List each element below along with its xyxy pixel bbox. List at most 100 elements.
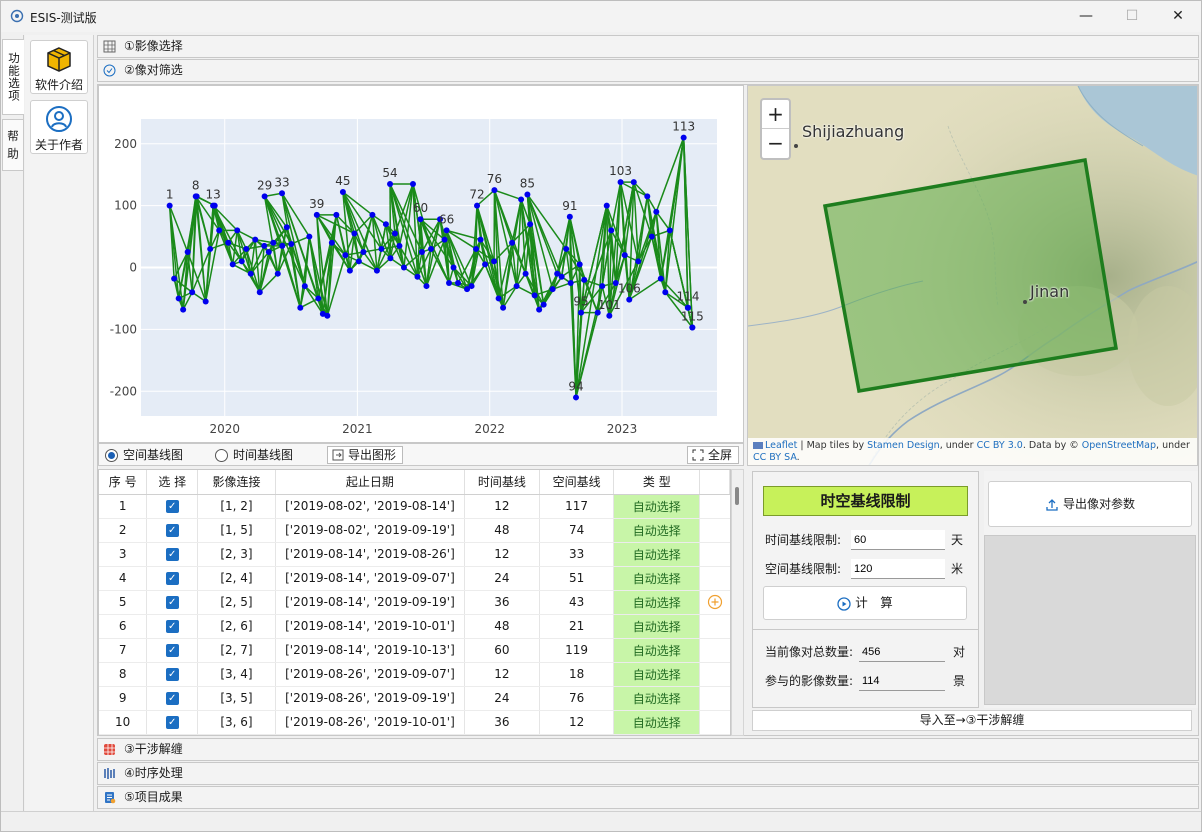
row-checkbox[interactable]: ✓: [165, 692, 179, 705]
acquisition-node: [313, 211, 320, 218]
cell-spacer: [699, 566, 730, 591]
acquisition-node: [689, 324, 696, 331]
table-row[interactable]: 2 ✓ [1, 5] ['2019-08-02', '2019-09-19'] 48 74…: [99, 518, 730, 543]
table-row[interactable]: 10 ✓ [3, 6] ['2019-08-26', '2019-10-01'] 36 1…: [99, 710, 730, 735]
cc-link[interactable]: CC BY 3.0: [977, 440, 1023, 451]
row-checkbox[interactable]: ✓: [165, 572, 179, 585]
acquisition-node: [666, 227, 673, 234]
tool-panel: 软件介绍 关于作者: [25, 35, 94, 811]
space-limit-label: 空间基线限制:: [765, 562, 842, 576]
section-label: ③干涉解缠: [124, 742, 183, 756]
table-row[interactable]: 5 ✓ [2, 5] ['2019-08-14', '2019-09-19'] 36 43…: [99, 590, 730, 615]
column-header[interactable]: 时间基线: [464, 470, 540, 495]
table-row[interactable]: 6 ✓ [2, 6] ['2019-08-14', '2019-10-01'] 48 21…: [99, 614, 730, 639]
column-header[interactable]: 起止日期: [275, 470, 466, 495]
fullscreen-label: 全屏: [708, 448, 733, 462]
acquisition-node: [603, 202, 610, 209]
radio-temporal-baseline[interactable]: 时间基线图: [215, 448, 293, 463]
column-header[interactable]: 序 号: [99, 470, 148, 495]
scrollbar-thumb[interactable]: [735, 487, 739, 505]
cell-select: ✓: [146, 494, 199, 519]
zoom-in-button[interactable]: +: [762, 100, 789, 129]
node-label: 76: [487, 172, 502, 186]
row-checkbox[interactable]: ✓: [165, 596, 179, 609]
table-row[interactable]: 1 ✓ [1, 2] ['2019-08-02', '2019-08-14'] 12 11…: [99, 494, 730, 519]
table-row[interactable]: 9 ✓ [3, 5] ['2019-08-26', '2019-09-19'] 24 76…: [99, 686, 730, 711]
row-checkbox[interactable]: ✓: [165, 668, 179, 681]
section-image-select[interactable]: ①影像选择: [97, 35, 1199, 58]
maximize-button[interactable]: ☐: [1109, 1, 1155, 32]
cell-s: 21: [539, 614, 615, 639]
check-circle-icon: [103, 64, 116, 77]
table-scrollbar[interactable]: [731, 469, 744, 736]
section-results[interactable]: ⑤项目成果: [97, 786, 1199, 809]
space-limit-input[interactable]: [851, 559, 945, 579]
export-params-button[interactable]: 导出像对参数: [988, 481, 1192, 527]
acquisition-node: [391, 230, 398, 237]
column-header[interactable]: 影像连接: [197, 470, 276, 495]
zoom-out-button[interactable]: −: [762, 129, 789, 158]
acquisition-node: [446, 279, 453, 286]
calculate-button[interactable]: 计 算: [763, 586, 967, 620]
acquisition-node: [450, 264, 457, 271]
export-params-label: 导出像对参数: [1062, 497, 1135, 511]
radio-spatial-baseline[interactable]: 空间基线图: [105, 448, 183, 463]
acquisition-node: [283, 224, 290, 231]
cell-t: 12: [464, 662, 540, 687]
import-to-unwrap-button[interactable]: 导入至→③干涉解缠: [752, 710, 1192, 731]
play-circle-icon: [837, 596, 851, 611]
osm-link[interactable]: OpenStreetMap: [1082, 440, 1156, 451]
pair-edge: [475, 205, 478, 249]
cell-spacer: [699, 686, 730, 711]
close-button[interactable]: ✕: [1155, 1, 1201, 32]
table-row[interactable]: 4 ✓ [2, 4] ['2019-08-14', '2019-09-07'] 24 51…: [99, 566, 730, 591]
ccsa-link[interactable]: CC BY SA: [753, 452, 797, 463]
section-pair-filter[interactable]: ②像对筛选: [97, 59, 1199, 82]
tab-functions[interactable]: 功能选项: [2, 39, 24, 115]
row-checkbox[interactable]: ✓: [165, 644, 179, 657]
table-row[interactable]: 8 ✓ [3, 4] ['2019-08-26', '2019-09-07'] 12 18…: [99, 662, 730, 687]
column-header[interactable]: 类 型: [613, 470, 701, 495]
acquisition-node: [531, 292, 538, 299]
column-header[interactable]: 空间基线: [539, 470, 615, 495]
cell-type: 自动选择: [613, 566, 701, 591]
acquisition-node: [626, 296, 633, 303]
acquisition-node: [387, 255, 394, 262]
row-checkbox[interactable]: ✓: [165, 620, 179, 633]
fullscreen-button[interactable]: 全屏: [687, 446, 740, 464]
map-canvas[interactable]: [748, 86, 1198, 466]
acquisition-node: [578, 309, 585, 316]
attr-text: . Data by ©: [1022, 440, 1082, 451]
row-checkbox[interactable]: ✓: [165, 500, 179, 513]
attr-text: | Map tiles by: [797, 440, 868, 451]
column-header[interactable]: 选 择: [146, 470, 199, 495]
title-bar: ESIS-测试版 — ☐ ✕: [1, 1, 1201, 32]
section-timeseries[interactable]: ④时序处理: [97, 762, 1199, 785]
table-row[interactable]: 3 ✓ [2, 3] ['2019-08-14', '2019-08-26'] 12 33…: [99, 542, 730, 567]
row-checkbox[interactable]: ✓: [165, 716, 179, 729]
time-limit-input[interactable]: [851, 530, 945, 550]
software-intro-button[interactable]: 软件介绍: [30, 40, 88, 94]
acquisition-node: [202, 298, 209, 305]
total-pairs-value: [859, 642, 945, 662]
stamen-link[interactable]: Stamen Design: [867, 440, 940, 451]
row-checkbox[interactable]: ✓: [165, 548, 179, 561]
map-panel[interactable]: Shijiazhuang Jinan + − Leaflet | Map til…: [747, 85, 1198, 466]
acquisition-node: [355, 258, 362, 265]
table-row[interactable]: 7 ✓ [2, 7] ['2019-08-14', '2019-10-13'] 60 11…: [99, 638, 730, 663]
space-unit-label: 米: [951, 562, 964, 576]
leaflet-link[interactable]: Leaflet: [765, 440, 797, 451]
tab-help[interactable]: 帮 助: [2, 119, 24, 171]
row-checkbox[interactable]: ✓: [165, 524, 179, 537]
about-author-button[interactable]: 关于作者: [30, 100, 88, 154]
add-circle-icon[interactable]: [707, 594, 723, 610]
acquisition-node: [455, 279, 462, 286]
minimize-button[interactable]: —: [1063, 1, 1109, 32]
acquisition-node: [536, 306, 543, 313]
acquisition-node: [265, 249, 272, 256]
acquisition-node: [468, 283, 475, 290]
section-interferogram[interactable]: ③干涉解缠: [97, 738, 1199, 761]
total-pairs-unit: 对: [953, 645, 966, 659]
cell-dates: ['2019-08-26', '2019-09-19']: [275, 686, 466, 711]
export-chart-button[interactable]: 导出图形: [327, 446, 404, 464]
